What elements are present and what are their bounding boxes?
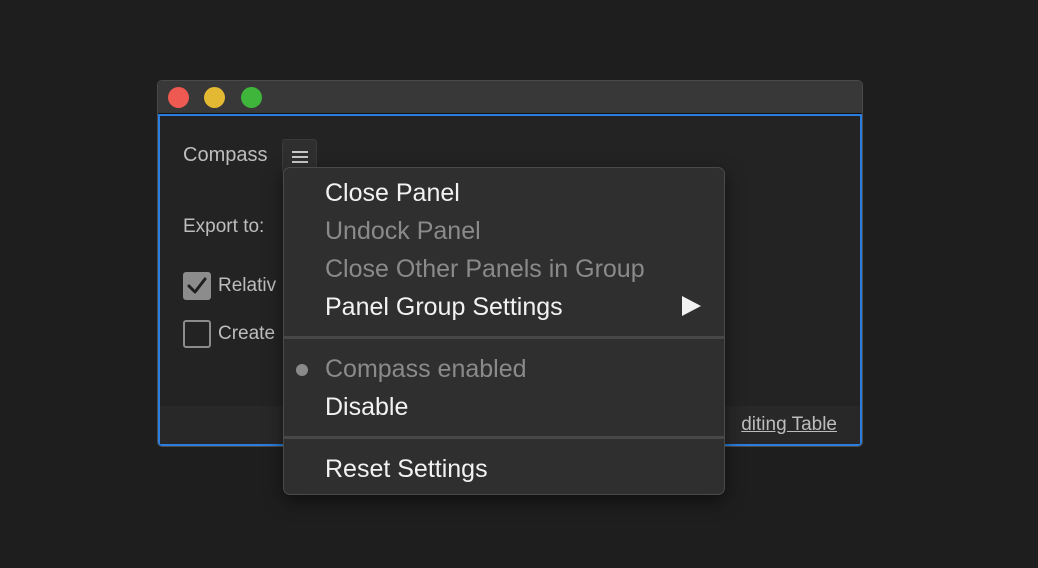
minimize-window-button[interactable] xyxy=(204,87,225,108)
title-bar xyxy=(158,81,862,114)
create-checkbox-label: Create xyxy=(218,323,276,344)
submenu-arrow-icon xyxy=(682,296,701,316)
menu-separator xyxy=(284,336,724,339)
menu-item-undock-panel: Undock Panel xyxy=(325,217,481,245)
menu-item-panel-group-settings[interactable]: Panel Group Settings xyxy=(325,292,563,322)
menu-item-reset-settings[interactable]: Reset Settings xyxy=(325,454,488,484)
menu-item-disable[interactable]: Disable xyxy=(325,392,408,422)
bullet-icon xyxy=(296,364,308,376)
hamburger-menu-icon xyxy=(292,161,308,163)
relative-checkbox-label: Relativ xyxy=(218,275,277,296)
menu-item-close-panel[interactable]: Close Panel xyxy=(325,178,460,208)
create-checkbox[interactable] xyxy=(183,320,211,348)
relative-checkbox[interactable] xyxy=(183,272,211,300)
menu-item-compass-enabled: Compass enabled xyxy=(325,355,527,383)
export-label: Export to: xyxy=(183,216,265,237)
menu-separator xyxy=(284,436,724,439)
menu-item-close-other-panels: Close Other Panels in Group xyxy=(325,255,645,283)
hamburger-menu-icon xyxy=(292,151,308,153)
close-window-button[interactable] xyxy=(168,87,189,108)
checkmark-icon xyxy=(187,277,207,294)
hamburger-menu-icon xyxy=(292,156,308,158)
zoom-window-button[interactable] xyxy=(241,87,262,108)
panel-title: Compass xyxy=(183,144,268,166)
panel-context-menu: Close Panel Undock Panel Close Other Pan… xyxy=(283,167,725,495)
editing-table-link[interactable]: diting Table xyxy=(741,414,837,436)
